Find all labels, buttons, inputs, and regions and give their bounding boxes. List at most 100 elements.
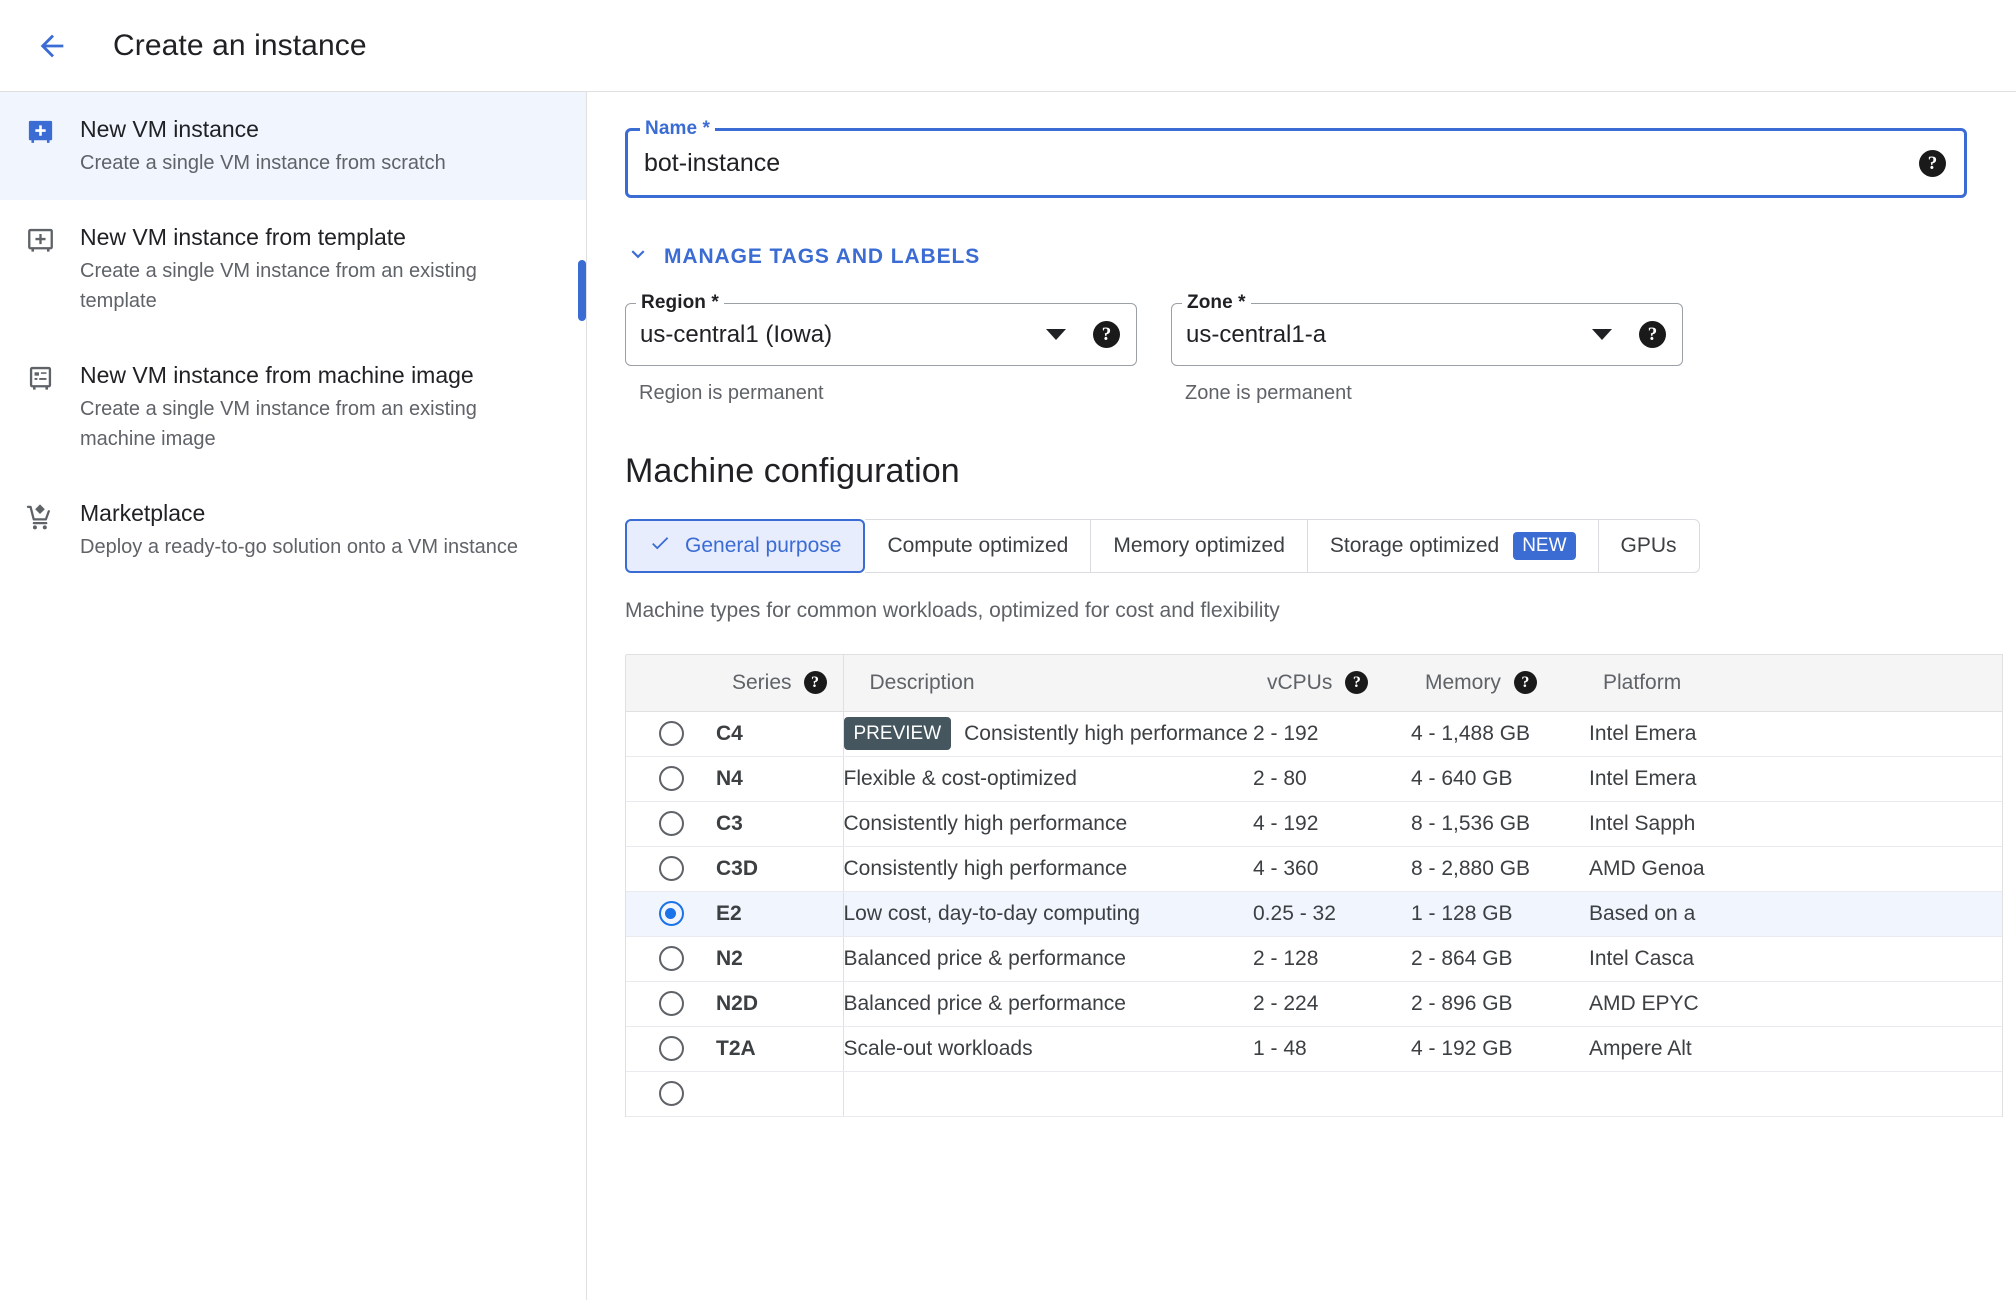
series-radio[interactable]: [658, 991, 684, 1016]
arrow-back-icon: [35, 29, 69, 63]
vcpus-cell: 2 - 224: [1253, 981, 1411, 1027]
memory-cell: 2 - 896 GB: [1411, 981, 1589, 1027]
description-cell: PREVIEW Consistently high performance: [842, 711, 1253, 757]
column-header-label: Platform: [1603, 670, 1682, 694]
tab-label: General purpose: [685, 534, 842, 557]
row-radio-cell[interactable]: [626, 1026, 716, 1072]
dropdown-caret-icon[interactable]: [1046, 329, 1066, 340]
sidebar-item-new-vm-instance[interactable]: New VM instance Create a single VM insta…: [0, 92, 586, 200]
tab-label: Memory optimized: [1113, 534, 1285, 557]
help-icon[interactable]: ?: [1639, 321, 1666, 348]
table-row-partial[interactable]: [626, 1071, 2002, 1117]
table-row[interactable]: N4 Flexible & cost-optimized 2 - 80 4 - …: [626, 756, 2002, 802]
table-row[interactable]: C3D Consistently high performance 4 - 36…: [626, 846, 2002, 892]
platform-cell: Intel Casca: [1589, 936, 2002, 982]
zone-value: us-central1-a: [1186, 320, 1327, 348]
new-badge: NEW: [1513, 532, 1576, 560]
platform-cell: AMD EPYC: [1589, 981, 2002, 1027]
tab-compute-optimized[interactable]: Compute optimized: [865, 519, 1092, 573]
row-radio-cell[interactable]: [626, 846, 716, 892]
tab-memory-optimized[interactable]: Memory optimized: [1091, 519, 1308, 573]
tab-gpus[interactable]: GPUs: [1598, 519, 1700, 573]
row-radio-cell[interactable]: [626, 801, 716, 847]
memory-cell: 8 - 1,536 GB: [1411, 801, 1589, 847]
series-radio[interactable]: [658, 1036, 684, 1061]
tab-storage-optimized[interactable]: Storage optimized NEW: [1307, 519, 1599, 573]
sidebar-item-title: New VM instance: [80, 116, 259, 142]
series-cell: N2D: [716, 981, 843, 1027]
main-content: Name * bot-instance ? MANAGE TAGS AND LA…: [587, 92, 2016, 1300]
table-row[interactable]: C3 Consistently high performance 4 - 192…: [626, 801, 2002, 847]
series-cell: N2: [716, 936, 843, 982]
tab-label: GPUs: [1620, 534, 1677, 557]
vcpus-cell: 4 - 192: [1253, 801, 1411, 847]
tab-label: Storage optimized: [1329, 534, 1500, 557]
column-header-memory: Memory ?: [1411, 655, 1589, 712]
table-row[interactable]: C4 PREVIEW Consistently high performance…: [626, 711, 2002, 757]
sidebar-scrollbar-thumb[interactable]: [578, 260, 586, 321]
check-icon: [649, 532, 671, 560]
region-select[interactable]: Region * us-central1 (Iowa) ?: [625, 292, 1137, 366]
column-header-description: Description: [842, 655, 1253, 712]
vm-instance-template-icon: [24, 225, 56, 257]
machine-series-table: Series ? Description vCPUs ? Memory ? Pl…: [625, 654, 2003, 1117]
manage-tags-and-labels-toggle[interactable]: MANAGE TAGS AND LABELS: [625, 241, 980, 272]
help-icon[interactable]: ?: [1345, 671, 1369, 695]
series-cell: C3D: [716, 846, 843, 892]
series-radio[interactable]: [658, 946, 684, 971]
shopping-cart-icon: [24, 501, 56, 533]
platform-cell: [1589, 1071, 2002, 1117]
memory-cell: 4 - 640 GB: [1411, 756, 1589, 802]
description-cell: Consistently high performance: [842, 846, 1253, 892]
memory-cell: 2 - 864 GB: [1411, 936, 1589, 982]
row-radio-cell[interactable]: [626, 756, 716, 802]
body-wrapper: New VM instance Create a single VM insta…: [0, 92, 2016, 1300]
row-radio-cell[interactable]: [626, 711, 716, 757]
series-radio-selected[interactable]: [658, 901, 684, 926]
description-cell: [842, 1071, 1253, 1117]
help-icon[interactable]: ?: [1093, 321, 1120, 348]
table-row[interactable]: T2A Scale-out workloads 1 - 48 4 - 192 G…: [626, 1026, 2002, 1072]
name-input[interactable]: bot-instance: [644, 149, 1919, 178]
tab-general-purpose[interactable]: General purpose: [625, 519, 866, 573]
tab-label: Compute optimized: [887, 534, 1069, 557]
table-row[interactable]: E2 Low cost, day-to-day computing 0.25 -…: [626, 891, 2002, 937]
dropdown-caret-icon[interactable]: [1592, 329, 1612, 340]
zone-select[interactable]: Zone * us-central1-a ?: [1171, 292, 1683, 366]
series-radio[interactable]: [658, 811, 684, 836]
vcpus-cell: 2 - 80: [1253, 756, 1411, 802]
series-radio[interactable]: [658, 766, 684, 791]
sidebar-item-marketplace[interactable]: Marketplace Deploy a ready-to-go solutio…: [0, 476, 586, 584]
region-helper-text: Region is permanent: [639, 382, 824, 404]
row-radio-cell[interactable]: [626, 891, 716, 937]
description-cell: Consistently high performance: [842, 801, 1253, 847]
row-radio-cell[interactable]: [626, 936, 716, 982]
series-radio[interactable]: [658, 721, 684, 746]
help-icon[interactable]: ?: [1513, 671, 1537, 695]
help-icon[interactable]: ?: [803, 671, 827, 695]
sidebar-item-new-vm-from-template[interactable]: New VM instance from template Create a s…: [0, 200, 586, 338]
table-row[interactable]: N2 Balanced price & performance 2 - 128 …: [626, 936, 2002, 982]
series-radio[interactable]: [658, 856, 684, 881]
vm-instance-add-filled-icon: [24, 117, 56, 149]
memory-cell: 8 - 2,880 GB: [1411, 846, 1589, 892]
platform-cell: Intel Emera: [1589, 711, 2002, 757]
series-cell: [716, 1071, 843, 1117]
platform-cell: Ampere Alt: [1589, 1026, 2002, 1072]
table-body: C4 PREVIEW Consistently high performance…: [626, 711, 2002, 1117]
series-radio[interactable]: [658, 1081, 684, 1106]
help-icon[interactable]: ?: [1919, 149, 1946, 177]
row-radio-cell[interactable]: [626, 1071, 716, 1117]
region-label: Region *: [636, 292, 724, 314]
name-field[interactable]: Name * bot-instance ?: [625, 118, 1967, 198]
sidebar-item-new-vm-from-machine-image[interactable]: New VM instance from machine image Creat…: [0, 338, 586, 476]
memory-cell: [1411, 1071, 1589, 1117]
back-button[interactable]: [24, 18, 80, 74]
sidebar-item-title: New VM instance from machine image: [80, 362, 474, 388]
description-text: Consistently high performance: [964, 721, 1248, 745]
column-header-select: [626, 655, 716, 712]
name-field-label: Name *: [640, 118, 716, 140]
table-row[interactable]: N2D Balanced price & performance 2 - 224…: [626, 981, 2002, 1027]
row-radio-cell[interactable]: [626, 981, 716, 1027]
chevron-down-icon: [625, 241, 651, 272]
